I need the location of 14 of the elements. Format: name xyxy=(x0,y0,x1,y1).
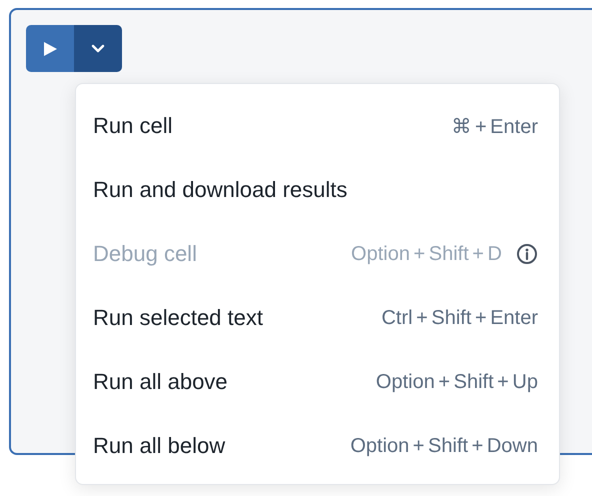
menu-item[interactable]: Run and download results xyxy=(76,158,559,222)
shortcut-text: Ctrl + Shift + Enter xyxy=(381,306,538,330)
play-icon xyxy=(42,40,58,56)
menu-item[interactable]: Run selected text Ctrl + Shift + Enter xyxy=(76,286,559,350)
shortcut-text: Option + Shift + Down xyxy=(350,434,538,458)
shortcut-text: Option + Shift + Up xyxy=(376,370,538,394)
run-button[interactable] xyxy=(26,25,74,72)
shortcut-text: ⌘ + Enter xyxy=(451,114,538,138)
dropdown-button[interactable] xyxy=(74,25,122,72)
menu-item[interactable]: Run all below Option + Shift + Down xyxy=(76,414,559,478)
shortcut-text: Option + Shift + D xyxy=(351,242,502,266)
menu-item[interactable]: Run cell ⌘ + Enter xyxy=(76,94,559,158)
caret-icon xyxy=(91,44,105,53)
menu-item[interactable]: Run all above Option + Shift + Up xyxy=(76,350,559,414)
